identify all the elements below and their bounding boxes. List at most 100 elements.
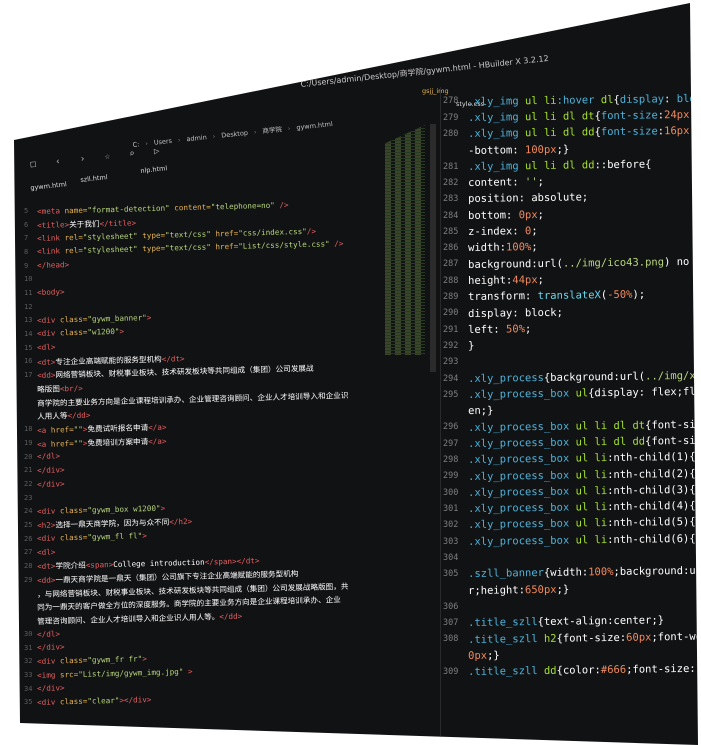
- code-line[interactable]: 0px;}: [468, 649, 500, 661]
- code-line[interactable]: en;}: [468, 405, 493, 417]
- code-line[interactable]: .xly_process_box ul li dl dd{font-size:: [468, 434, 698, 449]
- code-line[interactable]: <img src="List/img/gywm_img.jpg" >: [37, 667, 193, 680]
- menu-item[interactable]: 帮助(Y): [279, 77, 300, 86]
- tab-nlp[interactable]: nlp.html: [140, 164, 168, 175]
- menu-item[interactable]: 工具(T): [250, 80, 271, 89]
- code-line[interactable]: .xly_process_box ul li dl dt{font-size:: [468, 418, 698, 433]
- menu-item[interactable]: 视图(V): [222, 83, 243, 92]
- menu-item[interactable]: 跳转(G): [135, 93, 157, 102]
- favorite-icon[interactable]: ☆: [104, 152, 110, 163]
- breadcrumb-separator: ›: [287, 124, 291, 133]
- code-token: .title_szll: [468, 616, 538, 630]
- code-token: </head>: [37, 260, 70, 271]
- code-line[interactable]: </dl>: [37, 629, 60, 639]
- code-line[interactable]: </div>: [37, 643, 65, 653]
- code-line[interactable]: <meta name="format-detection" content="t…: [37, 200, 289, 216]
- tab-szll[interactable]: szll.html: [80, 173, 108, 184]
- code-line[interactable]: .title_szll{text-align:center;}: [468, 614, 664, 629]
- back-icon[interactable]: ‹: [55, 157, 61, 168]
- code-line[interactable]: <div class="w1200">: [37, 327, 124, 338]
- code-line[interactable]: <link rel="stylesheet" type="text/css" h…: [37, 239, 343, 256]
- code-token: width:: [468, 241, 507, 255]
- minimap[interactable]: [385, 125, 425, 355]
- line-number: 14: [24, 329, 33, 338]
- line-number: 7: [24, 234, 29, 243]
- code-line[interactable]: transform: translateX(-50%);: [468, 289, 645, 303]
- code-line[interactable]: </div>: [37, 479, 65, 489]
- breadcrumb-item[interactable]: gywm.html: [296, 120, 333, 132]
- code-line[interactable]: content: '';: [468, 176, 544, 189]
- code-line[interactable]: -bottom: 100px;}: [468, 143, 569, 156]
- code-line[interactable]: .title_szll h2{font-size:60px;font-weig: [468, 630, 698, 645]
- code-line[interactable]: .xly_process_box ul li:nth-child(3){padd: [468, 483, 698, 499]
- code-line[interactable]: .xly_process_box ul{display: flex;flex-w: [468, 385, 698, 401]
- code-line[interactable]: </dl>: [37, 452, 60, 462]
- menu-item[interactable]: 运行(R): [164, 90, 186, 99]
- menu-item[interactable]: 发行(U): [193, 86, 215, 95]
- code-line[interactable]: height:44px;: [468, 274, 544, 287]
- code-line[interactable]: <body>: [37, 288, 65, 298]
- code-line[interactable]: <h2>选择一鼎天商学院，因为与众不同</h2>: [37, 516, 192, 531]
- code-line[interactable]: <div class="gywm_fr fr">: [37, 654, 147, 666]
- code-line[interactable]: display: block;: [468, 306, 563, 319]
- code-line[interactable]: </head>: [37, 260, 69, 270]
- code-line[interactable]: <div class="clear"></div>: [37, 695, 152, 707]
- code-line[interactable]: .xly_process_box ul li:nth-child(2){padd: [468, 467, 698, 483]
- code-line[interactable]: background:url(../img/ico43.png) no: [468, 256, 689, 271]
- code-line[interactable]: .xly_img ul li dl dd::before{: [468, 158, 652, 173]
- code-line[interactable]: .xly_img ul li:hover dl{display: block;f…: [468, 92, 698, 107]
- code-line[interactable]: .xly_process_box ul li:nth-child(5){padd: [468, 516, 698, 532]
- code-line[interactable]: .xly_process_box ul li:nth-child(1){padd: [468, 451, 698, 467]
- code-line[interactable]: <a href="">免费培训方案申请</a>: [37, 435, 167, 449]
- code-line[interactable]: width:100%;: [468, 241, 538, 254]
- tab-gsjj-img[interactable]: gsjj_img: [422, 87, 449, 95]
- code-line[interactable]: .xly_img ul li dl dd{font-size:16px;padd: [468, 125, 698, 141]
- code-line[interactable]: .szll_banner{width:100%;background:url(: [468, 565, 698, 580]
- code-line[interactable]: </div>: [37, 465, 65, 475]
- line-number: 308: [443, 634, 459, 645]
- code-line[interactable]: <a href="">免费试听报名申请</a>: [37, 422, 167, 436]
- tab-gywm[interactable]: gywm.html: [30, 180, 67, 192]
- code-line[interactable]: <div class="gywm_banner">: [37, 313, 152, 325]
- scrollbar[interactable]: [430, 124, 436, 372]
- code-line[interactable]: <dl>: [37, 547, 56, 556]
- breadcrumb-item[interactable]: Desktop: [221, 129, 249, 140]
- code-line[interactable]: }: [468, 340, 474, 352]
- code-token: <meta: [37, 205, 65, 216]
- search-icon[interactable]: ⌕: [129, 149, 135, 160]
- code-line[interactable]: r;height:650px;}: [468, 583, 569, 596]
- code-line[interactable]: .xly_process{background:url(../img/xly_i: [468, 369, 698, 385]
- code-line[interactable]: <div class="gywm_box w1200">: [37, 503, 165, 515]
- pane-divider[interactable]: [440, 87, 441, 745]
- code-line[interactable]: 略版图<br/>: [37, 383, 83, 395]
- code-token: <div: [37, 656, 61, 666]
- new-file-icon[interactable]: □: [30, 159, 36, 170]
- menu-item[interactable]: 选择(S): [80, 99, 101, 108]
- code-line[interactable]: position: absolute;: [468, 192, 588, 206]
- forward-icon[interactable]: ›: [79, 154, 85, 165]
- code-line[interactable]: .xly_process_box ul li:nth-child(6){padd: [468, 532, 698, 548]
- code-line[interactable]: bottom: 0px;: [468, 209, 544, 222]
- code-line[interactable]: 商学院的主要业务方向是企业课程培训承办、企业管理咨询顾问、企业人才培训导入和企业…: [37, 389, 349, 408]
- code-token: ;: [531, 241, 538, 254]
- code-line[interactable]: </div>: [37, 684, 65, 694]
- menu-item[interactable]: 编辑(E): [52, 102, 73, 111]
- run-icon[interactable]: ▷: [154, 146, 160, 157]
- code-line[interactable]: left: 50%;: [468, 323, 531, 336]
- code-line[interactable]: .xly_process_box ul li:nth-child(4){padd: [468, 500, 698, 516]
- breadcrumb-item[interactable]: admin: [186, 133, 207, 143]
- code-line[interactable]: <dl>: [37, 343, 56, 352]
- code-line[interactable]: z-index: 0;: [468, 225, 538, 238]
- code-line[interactable]: .title_szll dd{color:#666;font-size:18p: [468, 663, 698, 678]
- code-line[interactable]: <dt>专注企业高端赋能的服务型机构</dt>: [37, 353, 185, 368]
- code-line[interactable]: <div class="gywm_fl fl">: [37, 531, 147, 543]
- line-number: 294: [443, 373, 459, 384]
- code-line[interactable]: 人用人等</dd>: [37, 410, 91, 422]
- breadcrumb-item[interactable]: C:: [132, 140, 140, 149]
- code-line[interactable]: <title>关于我们</title>: [37, 218, 136, 232]
- menu-item[interactable]: 文件(F): [24, 106, 45, 115]
- menu-item[interactable]: 查找(I): [109, 96, 128, 105]
- code-line[interactable]: .xly_img ul li dl dt{font-size:24px;font: [468, 108, 698, 124]
- code-line[interactable]: 管理咨询顾问、企业人才培训导入和企业识人用人等。</dd>: [37, 611, 242, 627]
- breadcrumb-item[interactable]: 商学院: [262, 125, 282, 135]
